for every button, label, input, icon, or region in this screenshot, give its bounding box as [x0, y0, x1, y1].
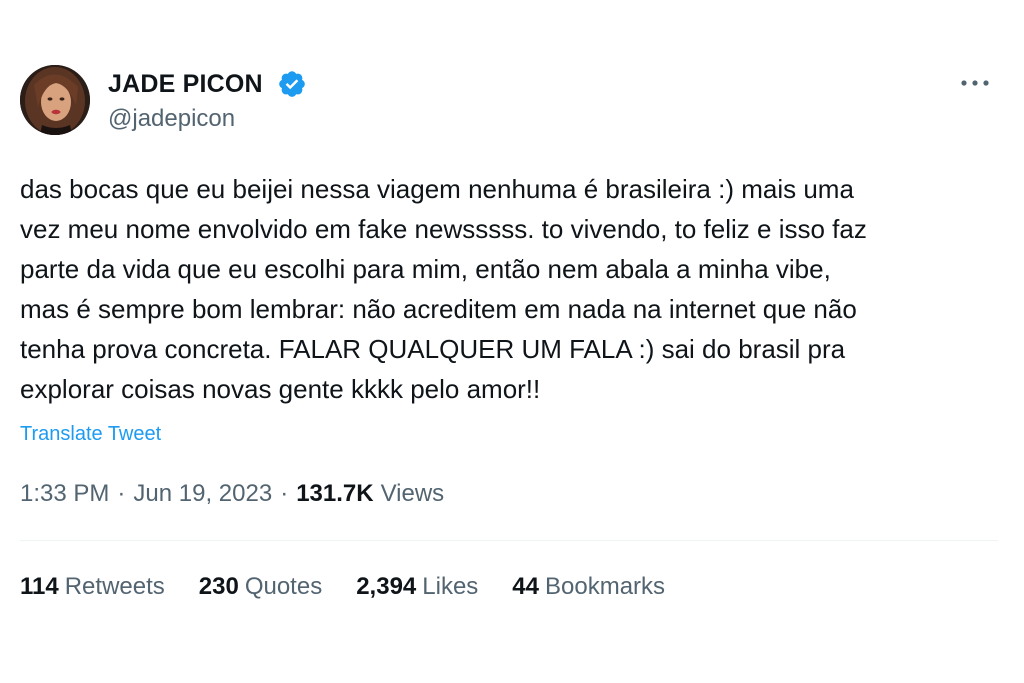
avatar-image	[20, 65, 90, 135]
retweets-label: Retweets	[64, 573, 165, 600]
retweets-count: 114	[20, 573, 59, 600]
meta-separator: ·	[280, 480, 289, 507]
meta-separator: ·	[117, 480, 126, 507]
quotes-stat[interactable]: 230 Quotes	[199, 573, 322, 601]
retweets-stat[interactable]: 114 Retweets	[20, 573, 165, 601]
name-row: JADE PICON	[108, 69, 307, 99]
more-options-icon[interactable]	[958, 71, 992, 95]
translate-tweet-link[interactable]: Translate Tweet	[20, 423, 161, 446]
quotes-count: 230	[198, 573, 239, 600]
likes-label: Likes	[422, 573, 479, 600]
tweet-date[interactable]: Jun 19, 2023	[133, 480, 272, 508]
views-count[interactable]: 131.7K	[296, 480, 373, 508]
bookmarks-label: Bookmarks	[545, 573, 666, 600]
likes-count: 2,394	[356, 573, 417, 600]
user-handle[interactable]: @jadepicon	[108, 105, 235, 133]
display-name[interactable]: JADE PICON	[108, 70, 263, 99]
tweet-text: das bocas que eu beijei nessa viagem nen…	[20, 174, 867, 404]
likes-stat[interactable]: 2,394 Likes	[356, 573, 478, 601]
divider	[20, 540, 998, 541]
tweet-time[interactable]: 1:33 PM	[20, 480, 109, 508]
tweet-card: JADE PICON @jadepicon das bocas que eu b…	[0, 0, 1024, 683]
quotes-label: Quotes	[244, 573, 323, 600]
tweet-header: JADE PICON @jadepicon	[20, 65, 1000, 137]
engagement-stats: 114 Retweets 230 Quotes 2,394 Likes 44 Bookm…	[20, 573, 699, 601]
verified-badge-icon[interactable]	[277, 69, 307, 99]
tweet-meta: 1:33 PM · Jun 19, 2023 · 131.7K Views	[20, 480, 444, 508]
bookmarks-count: 44	[512, 573, 539, 600]
avatar[interactable]	[20, 65, 90, 135]
bookmarks-stat[interactable]: 44 Bookmarks	[512, 573, 665, 601]
views-label[interactable]: Views	[381, 480, 445, 508]
